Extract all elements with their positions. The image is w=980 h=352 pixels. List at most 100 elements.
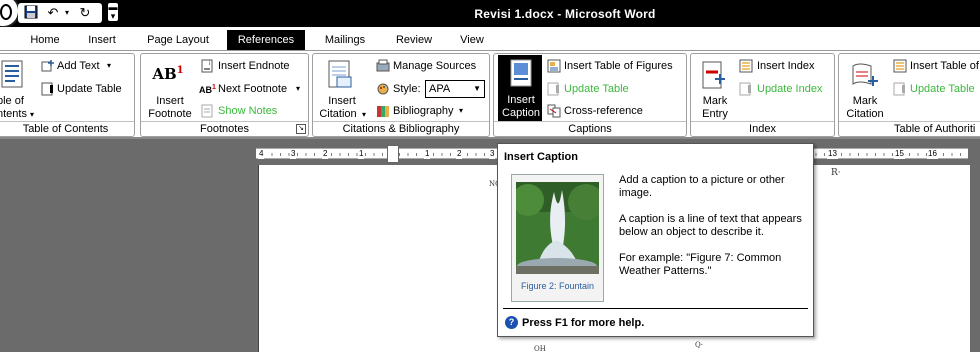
ruler-number: 4: [258, 149, 265, 159]
chevron-down-icon: ▾: [362, 110, 367, 119]
chevron-down-icon: ▾: [459, 106, 464, 115]
group-label: Citations & Bibliography: [313, 121, 489, 136]
insert-table-of-authorities-label: Insert Table of: [910, 60, 979, 72]
footnote-icon-text: AB: [152, 65, 177, 83]
mark-entry-label-2: Entry: [702, 108, 728, 120]
ribbon: ble of ntents ▾ Add Text ▾ Update Table …: [0, 51, 980, 139]
insert-citation-icon: [328, 60, 352, 88]
style-dropdown[interactable]: APA ▼: [425, 80, 485, 98]
tab-review[interactable]: Review: [387, 30, 441, 50]
figure-caption: Figure 2: Fountain: [520, 281, 595, 291]
group-index: Mark Entry Insert Index Update Index Ind…: [690, 53, 835, 137]
ruler-number: 2: [456, 149, 463, 159]
update-index-label: Update Index: [757, 83, 823, 95]
style-icon: [377, 83, 389, 95]
insert-table-of-figures-label: Insert Table of Figures: [564, 60, 673, 72]
group-captions: Insert Caption Insert Table of Figures U…: [493, 53, 687, 137]
bibliography-icon: [377, 106, 389, 117]
insert-caption-label-2: Caption: [502, 107, 540, 119]
group-table-of-contents: ble of ntents ▾ Add Text ▾ Update Table …: [0, 53, 135, 137]
chevron-down-icon: ▾: [107, 61, 112, 70]
tooltip-help: ? Press F1 for more help.: [505, 316, 644, 330]
update-table-figures-label: Update Table: [564, 83, 629, 95]
tab-home[interactable]: Home: [22, 30, 68, 50]
indent-marker-icon[interactable]: [387, 145, 399, 163]
ruler-area: 4 3 2 1 1 2 3 13 15 16: [0, 141, 980, 165]
tooltip-divider: [503, 308, 808, 309]
mark-citation-label-2: Citation: [846, 108, 884, 120]
next-footnote-label: Next Footnote: [218, 83, 288, 95]
update-table-icon: [547, 82, 559, 96]
next-footnote-icon: AB1: [199, 84, 216, 95]
insert-table-of-figures-icon: [547, 59, 561, 73]
fountain-photo: [516, 182, 599, 274]
update-index-icon: [739, 82, 751, 96]
document-text: Q·: [695, 341, 703, 349]
window-title: Revisi 1.docx - Microsoft Word: [474, 7, 656, 21]
mark-entry-icon: [702, 61, 725, 89]
tooltip-paragraph: For example: "Figure 7: Common Weather P…: [619, 252, 782, 277]
ruler-number: 1: [358, 149, 365, 159]
chevron-down-icon: ▾: [30, 110, 35, 119]
insert-caption-button[interactable]: Insert Caption: [498, 55, 542, 121]
tooltip-preview-image: Figure 2: Fountain: [511, 174, 604, 302]
mark-entry-label-1: Mark: [702, 95, 728, 107]
tab-references[interactable]: References: [227, 30, 305, 50]
insert-footnote-label-1: Insert: [156, 95, 184, 107]
tab-view[interactable]: View: [452, 30, 492, 50]
mark-citation-label-1: Mark: [852, 95, 878, 107]
insert-caption-icon: [510, 59, 532, 87]
add-text-icon: [41, 60, 54, 72]
insert-caption-tooltip: Insert Caption Figure 2: Fountain Add a …: [497, 143, 814, 337]
document-text: R·: [831, 168, 841, 178]
tooltip-paragraph: A caption is a line of text that appears…: [619, 213, 802, 238]
group-table-of-authorities: Mark Citation Insert Table of Update Tab…: [838, 53, 980, 137]
update-table-icon: [41, 82, 53, 96]
insert-endnote-label: Insert Endnote: [218, 60, 290, 72]
update-table-icon: [893, 82, 905, 96]
insert-index-icon: [739, 59, 753, 73]
svg-text:i: i: [209, 61, 210, 67]
cross-reference-icon: [547, 104, 561, 118]
ruler-number: 15: [894, 149, 905, 159]
group-label: Table of Authoriti: [839, 121, 980, 136]
style-label: Style:: [393, 83, 421, 95]
tooltip-title: Insert Caption: [504, 151, 578, 163]
manage-sources-label: Manage Sources: [393, 60, 477, 72]
add-text-label: Add Text: [57, 60, 100, 72]
show-notes-label: Show Notes: [218, 105, 278, 117]
group-label: Table of Contents: [0, 121, 134, 136]
help-icon: ?: [505, 316, 518, 329]
ruler-number: 2: [322, 149, 329, 159]
document-text: OH: [534, 345, 546, 352]
insert-footnote-label-2: Footnote: [148, 108, 192, 120]
title-bar: ↶ ▾ ↻ ▬ ▾ Revisi 1.docx - Microsoft Word: [0, 0, 980, 28]
bibliography-label: Bibliography: [393, 105, 454, 117]
insert-caption-label-1: Insert: [507, 94, 535, 106]
tooltip-paragraph: Add a caption to a picture or other imag…: [619, 174, 785, 199]
insert-endnote-icon: i: [201, 59, 213, 73]
ruler-number: 3: [489, 149, 496, 159]
update-table-label: Update Table: [57, 83, 122, 95]
group-label: Footnotes: [141, 121, 308, 136]
group-label: Index: [691, 121, 834, 136]
cross-reference-label: Cross-reference: [564, 105, 643, 117]
ruler-number: 16: [927, 149, 938, 159]
footnote-icon: AB1: [151, 64, 185, 83]
chevron-down-icon: ▼: [473, 84, 481, 93]
update-table-authorities-label: Update Table: [910, 83, 975, 95]
ruler-number: 1: [424, 149, 431, 159]
tab-mailings[interactable]: Mailings: [316, 30, 374, 50]
mark-citation-icon: [852, 63, 878, 86]
tab-insert[interactable]: Insert: [79, 30, 125, 50]
group-footnotes: AB1 Insert Footnote i Insert Endnote AB1…: [140, 53, 309, 137]
insert-citation-label-2: Citation: [319, 108, 357, 120]
table-of-contents-icon: [1, 60, 23, 88]
tab-page-layout[interactable]: Page Layout: [139, 30, 217, 50]
group-citations-bibliography: Insert Citation ▾ Manage Sources Style: …: [312, 53, 490, 137]
style-value: APA: [429, 83, 451, 95]
group-label: Captions: [494, 121, 686, 136]
show-notes-icon: [201, 104, 213, 118]
chevron-down-icon: ▾: [296, 84, 301, 93]
insert-citation-label-1: Insert: [328, 95, 356, 107]
